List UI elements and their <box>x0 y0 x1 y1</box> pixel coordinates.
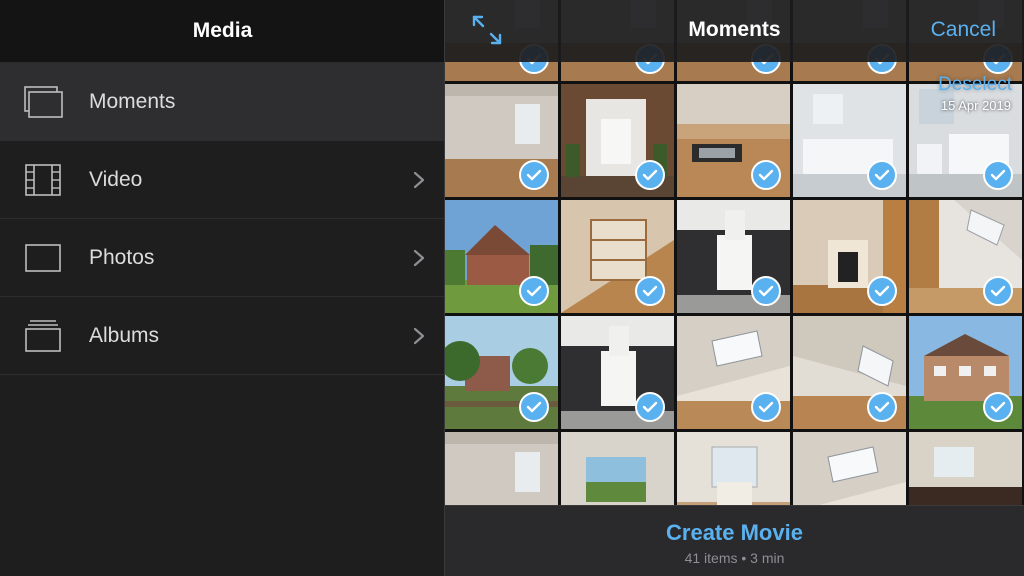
sidebar-item-label: Albums <box>89 323 160 347</box>
sidebar-item-label: Moments <box>89 89 176 113</box>
photo-thumbnail[interactable] <box>445 432 558 505</box>
checkmark-icon <box>867 276 897 306</box>
photo-thumbnail[interactable] <box>561 432 674 505</box>
photo-thumbnail[interactable] <box>561 84 674 197</box>
photo-thumbnail[interactable] <box>909 316 1022 429</box>
checkmark-icon <box>867 392 897 422</box>
photo-thumbnail[interactable] <box>677 84 790 197</box>
photo-thumbnail[interactable] <box>677 316 790 429</box>
checkmark-icon <box>983 160 1013 190</box>
photo-thumbnail[interactable] <box>793 84 906 197</box>
moments-panel: Moments Cancel Deselect 15 Apr 2019 Crea… <box>445 0 1024 576</box>
chevron-right-icon <box>413 171 425 188</box>
photo-thumbnail[interactable] <box>677 200 790 313</box>
deselect-button[interactable]: Deselect <box>938 74 1012 96</box>
bottom-bar: Create Movie 41 items • 3 min <box>445 505 1024 576</box>
sidebar-item-albums[interactable]: Albums <box>0 297 445 375</box>
sidebar-header: Media <box>0 0 445 63</box>
checkmark-icon <box>635 160 665 190</box>
photo-thumbnail[interactable] <box>793 200 906 313</box>
photo-icon <box>25 243 61 272</box>
photo-thumbnail[interactable] <box>445 84 558 197</box>
sidebar-item-video[interactable]: Video <box>0 141 445 219</box>
photo-thumbnail[interactable] <box>561 200 674 313</box>
checkmark-icon <box>751 276 781 306</box>
photo-thumbnail[interactable] <box>909 200 1022 313</box>
photo-thumbnail[interactable] <box>561 316 674 429</box>
checkmark-icon <box>635 392 665 422</box>
photo-thumbnail[interactable] <box>793 316 906 429</box>
photo-thumbnail[interactable] <box>445 200 558 313</box>
sidebar-item-photos[interactable]: Photos <box>0 219 445 297</box>
checkmark-icon <box>751 160 781 190</box>
checkmark-icon <box>519 392 549 422</box>
media-sidebar: Media Moments Video Photos Albums <box>0 0 445 576</box>
checkmark-icon <box>519 276 549 306</box>
cancel-button[interactable]: Cancel <box>931 18 996 42</box>
chevron-right-icon <box>413 249 425 266</box>
checkmark-icon <box>867 160 897 190</box>
checkmark-icon <box>635 276 665 306</box>
selection-info: 41 items • 3 min <box>684 550 785 566</box>
sidebar-item-moments[interactable]: Moments <box>0 63 445 141</box>
film-icon <box>25 163 61 196</box>
chevron-right-icon <box>413 327 425 344</box>
photo-thumbnail[interactable] <box>909 432 1022 505</box>
create-movie-button[interactable]: Create Movie <box>445 520 1024 546</box>
checkmark-icon <box>983 276 1013 306</box>
photo-thumbnail[interactable] <box>793 432 906 505</box>
moments-toolbar: Moments Cancel <box>445 0 1024 62</box>
checkmark-icon <box>751 392 781 422</box>
sidebar-title: Media <box>192 19 253 42</box>
sidebar-item-label: Photos <box>89 245 155 269</box>
photo-thumbnail[interactable] <box>445 316 558 429</box>
moment-date: 15 Apr 2019 <box>940 98 1011 113</box>
sidebar-item-label: Video <box>89 167 143 191</box>
moments-icon <box>24 85 63 118</box>
albums-icon <box>25 319 61 352</box>
checkmark-icon <box>519 160 549 190</box>
checkmark-icon <box>983 392 1013 422</box>
photo-thumbnail[interactable] <box>677 432 790 505</box>
